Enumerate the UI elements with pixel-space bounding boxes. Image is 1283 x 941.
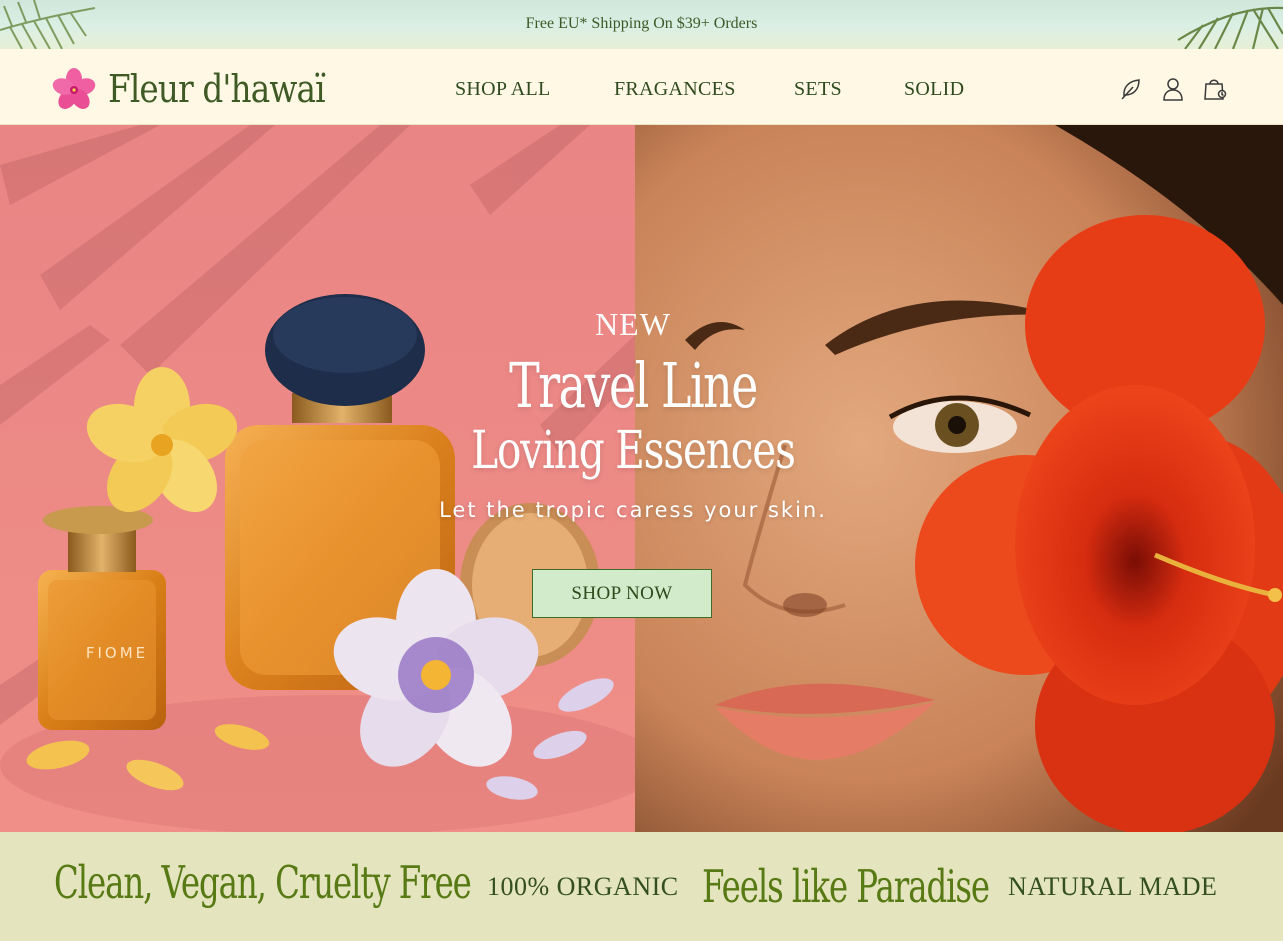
value-prop-organic: 100% ORGANIC — [487, 872, 679, 901]
nav-fragances[interactable]: FRAGANCES — [614, 78, 736, 101]
main-nav: SHOP ALL FRAGANCES SETS SOLID — [0, 78, 1283, 102]
hero-tagline: Let the tropic caress your skin. — [439, 498, 827, 522]
value-prop-natural: NATURAL MADE — [1008, 872, 1218, 901]
hero-banner: FIOME NEW Travel Line Loving Essences Le… — [0, 125, 1283, 832]
cart-icon[interactable] — [1203, 75, 1227, 103]
account-icon[interactable] — [1161, 75, 1185, 103]
leaf-icon[interactable] — [1119, 75, 1143, 103]
announcement-bar: Free EU* Shipping On $39+ Orders — [0, 0, 1283, 49]
nav-shop-all[interactable]: SHOP ALL — [455, 78, 551, 101]
value-prop-clean: Clean, Vegan, Cruelty Free — [54, 856, 472, 909]
site-header: Fleur d'hawaï SHOP ALL FRAGANCES SETS SO… — [0, 49, 1283, 125]
hero-subtitle: Loving Essences — [471, 421, 796, 481]
value-prop-paradise: Feels like Paradise — [702, 860, 990, 913]
nav-solid[interactable]: SOLID — [904, 78, 964, 101]
header-actions — [1119, 75, 1227, 103]
bottle-label: FIOME — [86, 644, 148, 662]
value-props-band: Clean, Vegan, Cruelty Free 100% ORGANIC … — [0, 832, 1283, 941]
hero-title: Travel Line — [509, 349, 758, 422]
announcement-text: Free EU* Shipping On $39+ Orders — [525, 15, 758, 32]
nav-sets[interactable]: SETS — [794, 78, 842, 101]
hero-kicker: NEW — [595, 306, 671, 342]
shop-now-button[interactable]: SHOP NOW — [532, 569, 712, 618]
